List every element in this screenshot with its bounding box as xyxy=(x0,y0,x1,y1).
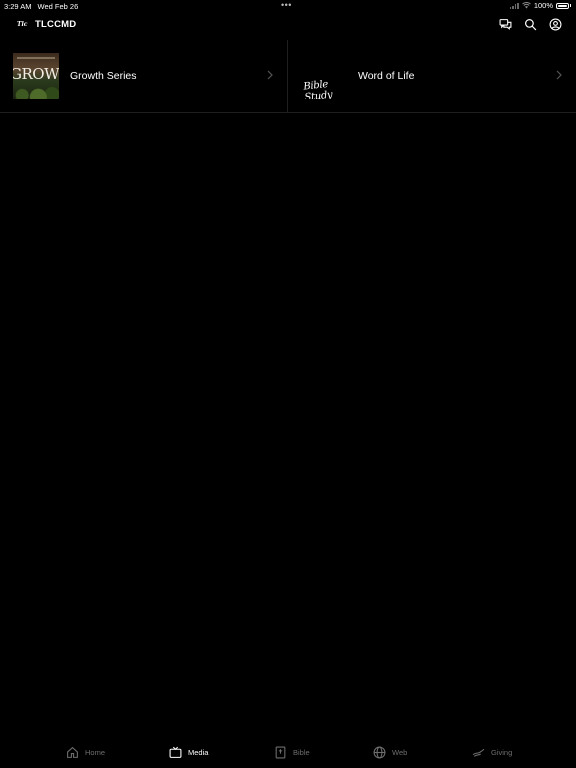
thumbnail-script: Bible Study xyxy=(302,79,333,99)
battery-icon xyxy=(556,2,569,9)
thumbnail-caption-bar xyxy=(17,57,55,59)
battery-cap xyxy=(570,4,571,7)
tab-label: Media xyxy=(188,748,209,757)
battery-percent: 100% xyxy=(533,1,553,10)
wifi-icon xyxy=(521,2,531,9)
tab-label: Giving xyxy=(491,748,513,757)
globe-icon xyxy=(373,746,386,759)
bible-icon xyxy=(275,746,286,759)
tab-home[interactable]: Home xyxy=(66,746,105,759)
chevron-right-icon xyxy=(556,70,562,80)
home-icon xyxy=(67,746,78,758)
search-icon[interactable] xyxy=(524,18,537,31)
tv-icon xyxy=(169,746,182,758)
signal-icon xyxy=(509,2,519,9)
header-actions xyxy=(499,18,562,31)
status-time: 3:29 AM xyxy=(4,2,32,11)
status-right: 100% xyxy=(509,1,571,10)
app-title: TLCCMD xyxy=(35,19,77,30)
bible-study-thumbnail: Bible Study xyxy=(288,53,334,99)
app-logo[interactable]: Tlc xyxy=(17,21,27,28)
tab-label: Web xyxy=(392,748,408,757)
tab-label: Home xyxy=(85,748,106,757)
tab-media[interactable]: Media xyxy=(169,746,208,759)
series-label: Word of Life xyxy=(358,70,415,82)
series-item-growth[interactable]: GROWTH Growth Series xyxy=(0,40,288,112)
multitasking-dots[interactable]: ••• xyxy=(281,0,292,10)
status-left: 3:29 AM Wed Feb 26 xyxy=(4,2,78,11)
series-label: Growth Series xyxy=(70,70,137,82)
tab-label: Bible xyxy=(293,748,310,757)
chat-icon[interactable] xyxy=(499,18,512,31)
app-header: Tlc TLCCMD xyxy=(0,14,576,38)
series-list: GROWTH Growth Series Bible Study Word of… xyxy=(0,40,576,113)
profile-icon[interactable] xyxy=(549,18,562,31)
status-bar: 3:29 AM Wed Feb 26 ••• 100% xyxy=(0,0,576,12)
tab-web[interactable]: Web xyxy=(373,746,407,759)
thumbnail-plants xyxy=(13,81,59,99)
chevron-right-icon xyxy=(267,70,273,80)
series-item-word-of-life[interactable]: Bible Study Word of Life xyxy=(288,40,576,112)
status-date: Wed Feb 26 xyxy=(37,2,79,11)
tab-bible[interactable]: Bible xyxy=(274,746,310,759)
media-screen: 3:29 AM Wed Feb 26 ••• 100% Tlc TLCCMD G… xyxy=(0,0,576,768)
tab-bar: Home Media Bible Web Giving xyxy=(0,742,576,768)
giving-icon xyxy=(472,748,485,757)
tab-giving[interactable]: Giving xyxy=(472,746,512,759)
growth-series-thumbnail: GROWTH xyxy=(13,53,59,99)
